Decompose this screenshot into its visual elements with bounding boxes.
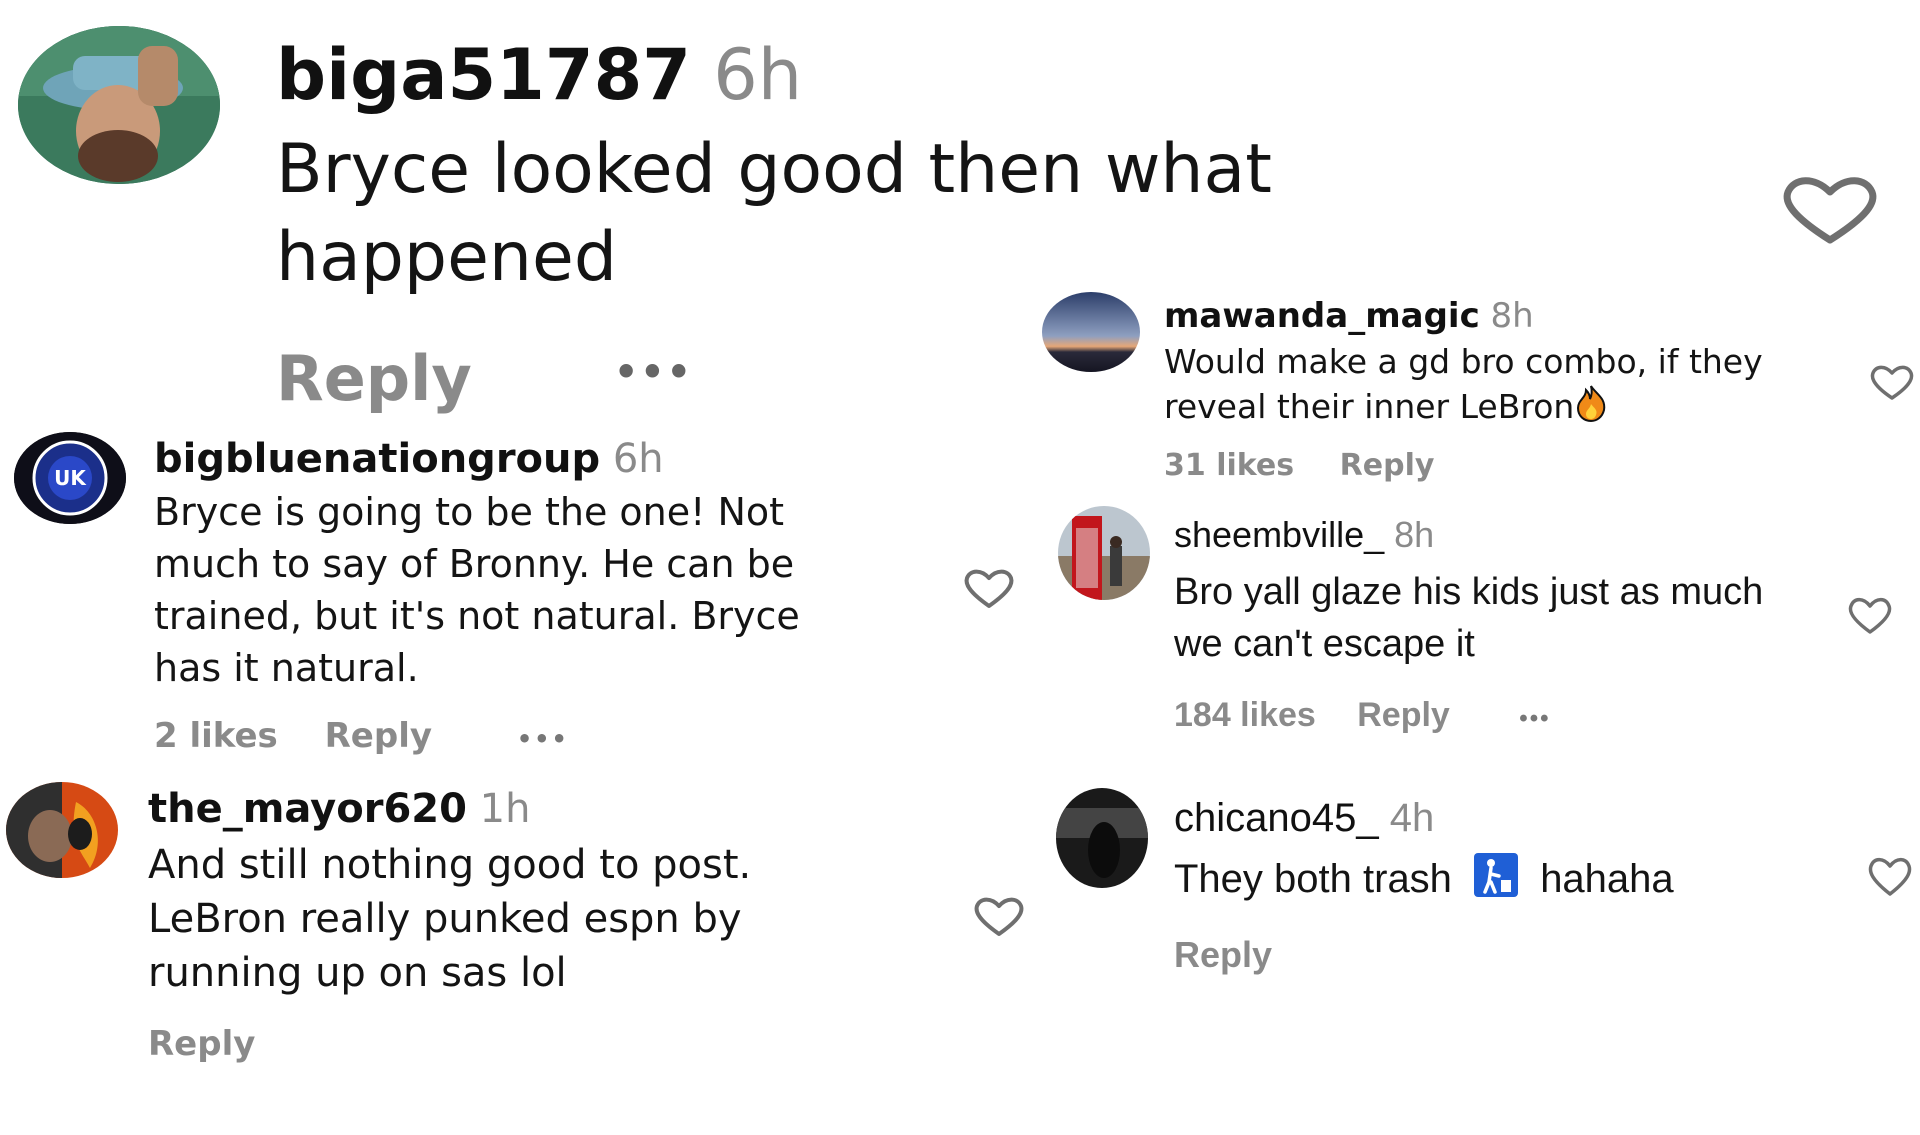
timestamp: 1h [479,786,531,832]
litter-bin-emoji-icon [1473,852,1519,911]
comment-header: bigbluenationgroup 6h [154,436,664,482]
svg-text:UK: UK [54,466,87,490]
like-heart-icon[interactable] [1866,856,1914,898]
timestamp: 8h [1490,296,1534,336]
reply-button[interactable]: Reply [276,342,472,415]
likes-count[interactable]: 31 likes [1164,448,1294,483]
comment-actions: 2 likes Reply ••• [154,716,569,756]
timestamp: 6h [713,34,803,116]
avatar[interactable] [6,782,118,878]
avatar[interactable] [18,26,220,184]
comment-header: mawanda_magic 8h [1164,296,1534,336]
reply-button[interactable]: Reply [1340,448,1435,483]
comment-header: sheembville_ 8h [1174,514,1434,556]
comment-text: Bryce is going to be the one! Not much t… [154,490,800,690]
username[interactable]: biga51787 [276,34,691,116]
comment-text: Bro yall glaze his kids just as much we … [1174,571,1764,665]
comment-text: They both trash hahaha [1174,852,1674,911]
more-options-icon[interactable]: ••• [614,350,693,394]
comment-actions: 31 likes Reply [1164,448,1434,483]
reply-button[interactable]: Reply [148,1024,255,1064]
username[interactable]: mawanda_magic [1164,296,1480,336]
comment-text: Bryce looked good then what happened [276,130,1272,297]
like-heart-icon[interactable] [1780,176,1880,246]
comment-text: Would make a gd bro combo, if they revea… [1164,340,1763,433]
reply-button[interactable]: Reply [1174,934,1272,976]
comment-header: the_mayor620 1h [148,786,530,832]
avatar[interactable] [1058,506,1150,600]
avatar[interactable] [1042,292,1140,372]
timestamp: 8h [1394,514,1435,555]
more-options-icon[interactable]: ••• [1519,705,1550,732]
reply-button[interactable]: Reply [1357,696,1450,734]
more-options-icon[interactable]: ••• [517,725,569,753]
comment-actions: 184 likes Reply ••• [1174,696,1551,735]
reply-button[interactable]: Reply [325,716,432,756]
comment-header: biga51787 6h [276,34,802,116]
like-heart-icon[interactable] [962,568,1016,610]
like-heart-icon[interactable] [972,896,1026,938]
username[interactable]: sheembville_ [1174,514,1384,555]
likes-count[interactable]: 2 likes [154,716,278,756]
like-heart-icon[interactable] [1868,364,1916,402]
fire-emoji-icon [1574,384,1608,433]
timestamp: 4h [1389,796,1435,840]
username[interactable]: bigbluenationgroup [154,436,600,482]
avatar[interactable] [1056,788,1148,888]
timestamp: 6h [612,436,664,482]
username[interactable]: the_mayor620 [148,786,467,832]
comment-header: chicano45_ 4h [1174,796,1434,841]
username[interactable]: chicano45_ [1174,796,1379,840]
comment-text: And still nothing good to post. LeBron r… [148,842,752,996]
like-heart-icon[interactable] [1846,596,1894,636]
avatar[interactable]: UK [14,432,126,524]
likes-count[interactable]: 184 likes [1174,696,1316,734]
